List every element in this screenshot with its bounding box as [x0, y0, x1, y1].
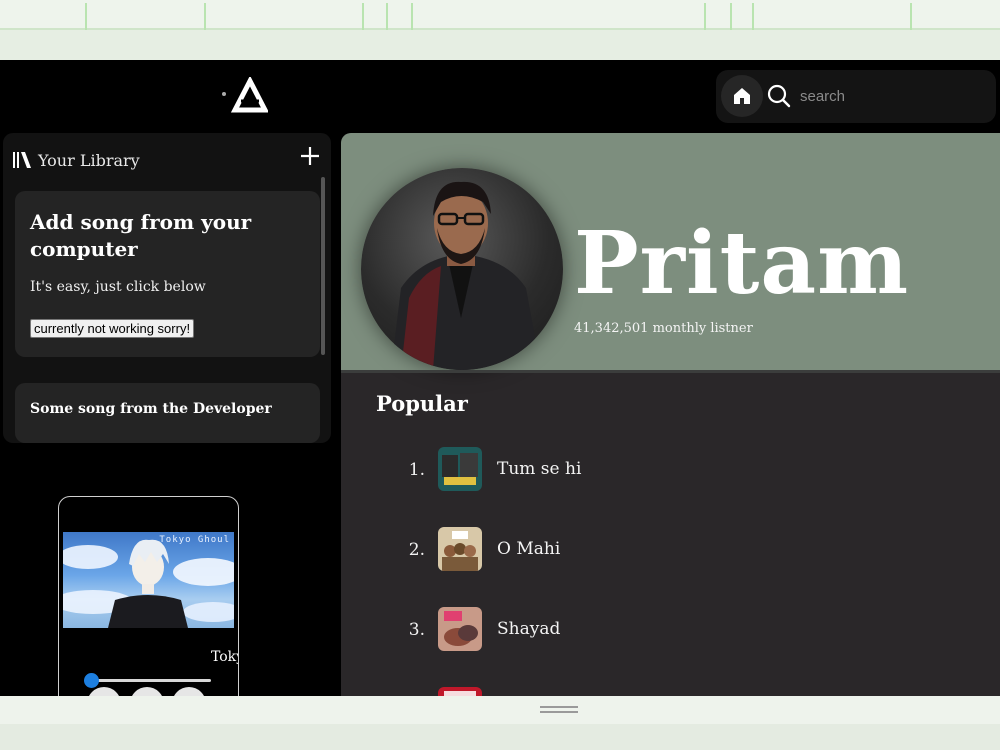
top-chrome — [0, 0, 1000, 60]
song-row[interactable]: 3. Shayad — [341, 607, 1000, 653]
song-cover — [438, 687, 482, 696]
search-icon[interactable] — [766, 83, 792, 109]
add-icon[interactable] — [299, 145, 321, 167]
home-icon — [734, 88, 750, 104]
song-title: O Mahi — [497, 539, 561, 559]
song-thumbnail — [438, 527, 482, 571]
song-rank: 2. — [408, 540, 425, 560]
tab-divider — [910, 3, 912, 30]
song-cover — [438, 527, 482, 571]
previous-button[interactable] — [87, 687, 121, 696]
add-song-card: Add song from your computer It's easy, j… — [15, 191, 320, 357]
album-art-image — [63, 539, 234, 628]
artist-photo — [391, 181, 541, 370]
logo-dot — [222, 92, 226, 96]
search-bar — [716, 70, 996, 123]
tab-divider — [204, 3, 206, 30]
resize-handle[interactable] — [540, 706, 578, 716]
play-button[interactable] — [130, 687, 164, 696]
logo-icon — [230, 75, 270, 113]
handle-line — [540, 706, 578, 708]
developer-songs-heading: Some song from the Developer — [30, 401, 272, 417]
app-logo[interactable] — [222, 75, 270, 113]
handle-line — [540, 711, 578, 713]
tab-strip — [0, 3, 1000, 30]
artist-avatar — [361, 168, 563, 370]
bottom-chrome — [0, 696, 1000, 750]
artist-hero: Pritam 41,342,501 monthly listner — [341, 133, 1000, 372]
library-panel: Your Library Add song from your computer… — [3, 133, 331, 443]
song-row[interactable]: 1. Tum se hi — [341, 447, 1000, 493]
search-input[interactable] — [800, 82, 980, 110]
song-thumbnail — [438, 447, 482, 491]
progress-knob[interactable] — [84, 673, 99, 688]
tab-divider — [362, 3, 364, 30]
popular-heading: Popular — [376, 391, 468, 416]
artist-page: Pritam 41,342,501 monthly listner Popula… — [341, 133, 1000, 696]
monthly-listeners: 41,342,501 monthly listner — [574, 321, 753, 336]
tab-divider — [730, 3, 732, 30]
add-song-subtext: It's easy, just click below — [30, 279, 206, 295]
upload-button[interactable]: currently not working sorry! — [30, 319, 195, 338]
tab-divider — [752, 3, 754, 30]
add-song-heading: Add song from your computer — [30, 210, 252, 261]
song-rank: 1. — [408, 460, 425, 480]
song-thumbnail — [438, 607, 482, 651]
song-title: Shayad — [497, 619, 561, 639]
song-row[interactable]: 2. O Mahi — [341, 527, 1000, 573]
tab-divider — [85, 3, 87, 30]
library-header[interactable]: Your Library — [12, 147, 140, 173]
music-app: Your Library Add song from your computer… — [0, 60, 1000, 696]
hero-divider — [341, 370, 1000, 373]
tab-divider — [411, 3, 413, 30]
song-title: Tum se hi — [497, 459, 582, 479]
song-row[interactable]: 4. — [341, 687, 1000, 696]
library-title: Your Library — [38, 150, 140, 170]
home-button[interactable] — [721, 75, 763, 117]
album-art: Tokyo Ghoul — [63, 532, 234, 628]
library-icon — [13, 152, 31, 168]
now-playing-title: Tokyo Ghoul — [211, 649, 238, 665]
song-cover — [438, 447, 482, 491]
progress-track[interactable] — [89, 679, 211, 682]
tab-divider — [704, 3, 706, 30]
song-cover — [438, 607, 482, 651]
album-art-caption: Tokyo Ghoul — [159, 535, 230, 545]
bottom-bar — [0, 724, 1000, 750]
tab-divider — [386, 3, 388, 30]
mini-player: Tokyo Ghoul Tokyo Ghoul — [58, 496, 239, 696]
developer-songs-card[interactable]: Some song from the Developer — [15, 383, 320, 443]
song-rank: 3. — [408, 620, 425, 640]
song-thumbnail — [438, 687, 482, 696]
library-scrollbar[interactable] — [321, 177, 325, 355]
next-button[interactable] — [172, 687, 206, 696]
artist-name: Pritam — [574, 213, 910, 314]
chrome-bar — [0, 30, 1000, 60]
